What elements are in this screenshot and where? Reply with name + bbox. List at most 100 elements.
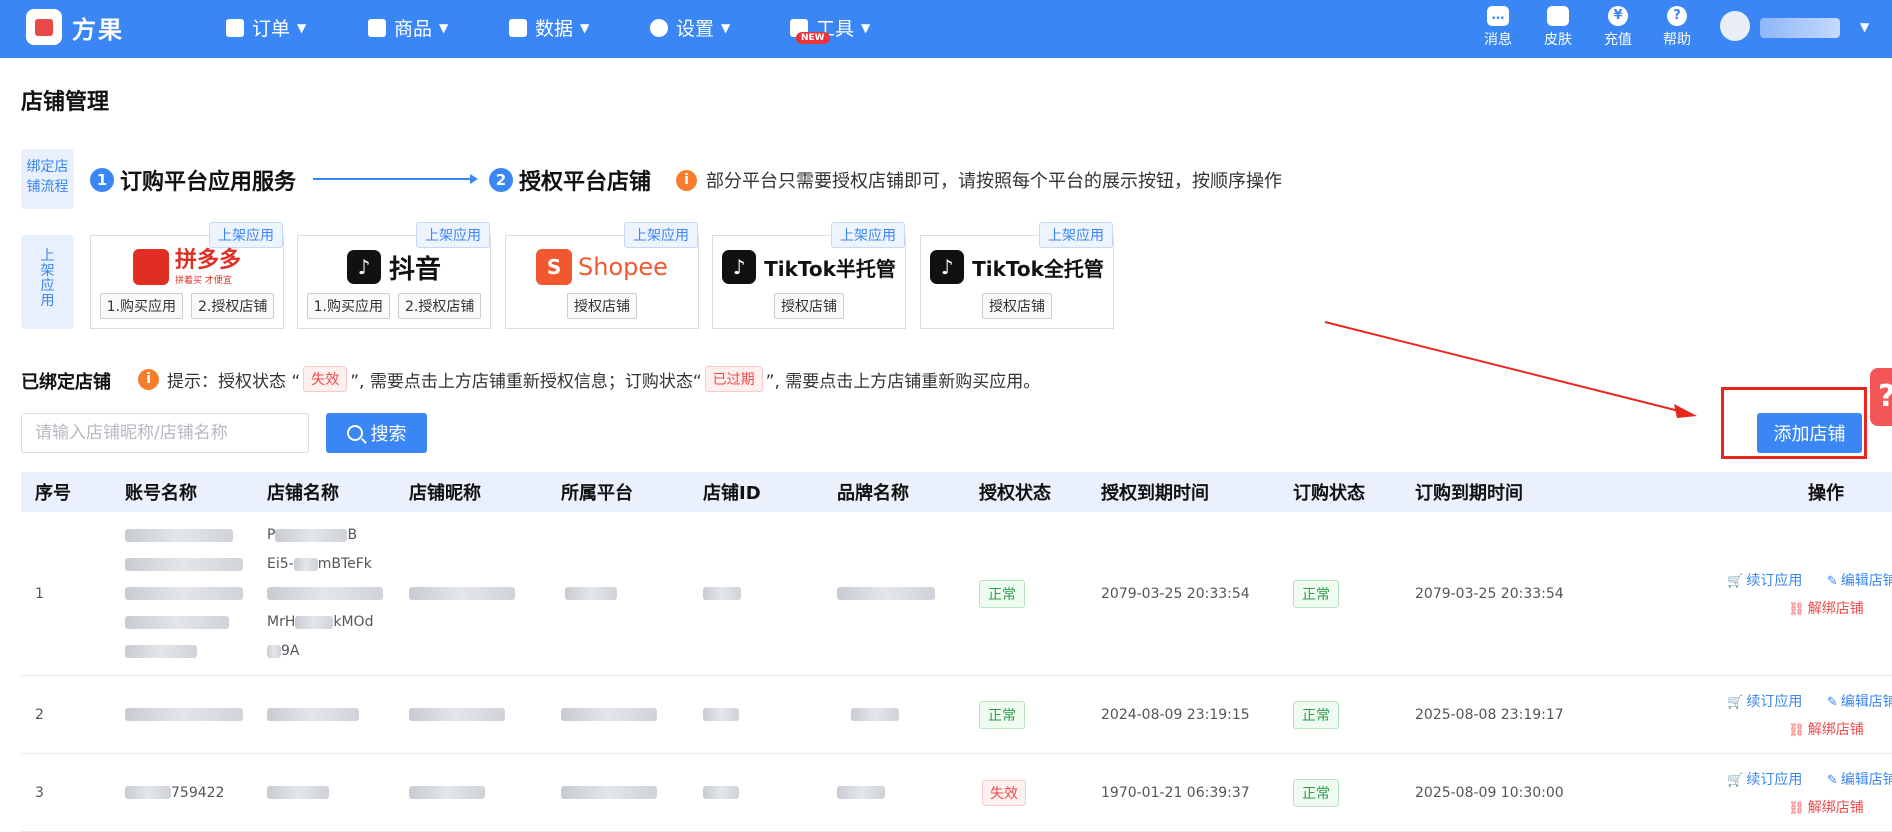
cell-brand-redacted xyxy=(823,707,965,723)
header-help-label: 帮助 xyxy=(1663,32,1691,48)
platform-card-tiktok-full: 上架应用 ♪ TikTok全托管 授权店铺 xyxy=(920,222,1114,329)
unbind-label: 解绑店铺 xyxy=(1807,799,1864,816)
buy-app-button[interactable]: 1.购买应用 xyxy=(99,293,183,319)
renew-label: 续订应用 xyxy=(1746,693,1803,710)
header-skin[interactable]: 皮肤 xyxy=(1533,6,1583,49)
tiktok-note-icon: ♪ xyxy=(722,250,757,284)
cell-order-status: 正常 xyxy=(1279,700,1401,729)
info-icon: i xyxy=(138,368,159,390)
platform-name: 抖音 xyxy=(388,254,441,285)
tiktok-semi-logo: ♪ TikTok半托管 xyxy=(713,246,905,288)
header-recharge[interactable]: ¥ 充值 xyxy=(1593,6,1643,49)
step-label: 订购平台应用服务 xyxy=(120,170,297,195)
flow-tag: 绑定店铺流程 xyxy=(21,149,74,209)
card-tag[interactable]: 上架应用 xyxy=(209,222,283,248)
edit-shop-link[interactable]: ✎编辑店铺信息 xyxy=(1827,694,1892,710)
edit-label: 编辑店铺信息 xyxy=(1840,693,1892,710)
unlink-icon: ⛓ xyxy=(1788,722,1805,738)
flow-step-2: 2 授权平台店铺 xyxy=(489,164,651,196)
cell-order-expire: 2025-08-08 23:19:17 xyxy=(1415,706,1564,723)
cart-icon: 🛒 xyxy=(1727,772,1744,788)
edit-shop-link[interactable]: ✎编辑店铺信息 xyxy=(1827,772,1892,788)
user-name-redacted[interactable] xyxy=(1760,18,1840,38)
authorize-shop-button[interactable]: 2.授权店铺 xyxy=(398,293,482,319)
step-number: 2 xyxy=(489,168,513,192)
unbind-shop-link[interactable]: ⛓ 解绑店铺 xyxy=(1788,598,1864,618)
cell-auth-status: 失效 xyxy=(965,779,1087,806)
cell-nickname-redacted xyxy=(395,586,547,602)
search-button[interactable]: 搜索 xyxy=(326,413,427,453)
shop-name-fragment: Ei5- xyxy=(267,556,294,572)
flow-step-1: 1 订购平台应用服务 xyxy=(90,164,296,196)
nav-settings[interactable]: 设置 ▼ xyxy=(650,14,730,41)
platform-name: 拼多多 xyxy=(174,247,241,273)
floating-help-icon[interactable]: ? xyxy=(1870,368,1892,426)
renew-label: 续订应用 xyxy=(1746,771,1803,788)
avatar[interactable] xyxy=(1720,11,1750,41)
status-badge: 正常 xyxy=(1293,579,1339,608)
chevron-down-icon: ▼ xyxy=(297,20,307,35)
table-row: 3 759422 失效 1970-01-21 06:39:37 正常 2025-… xyxy=(21,754,1892,832)
cart-icon: 🛒 xyxy=(1727,573,1744,589)
authorize-shop-button[interactable]: 授权店铺 xyxy=(774,293,844,319)
chevron-down-icon[interactable]: ▼ xyxy=(1860,20,1869,34)
flow-tip: i 部分平台只需要授权店铺即可，请按照每个平台的展示按钮，按顺序操作 xyxy=(676,167,1282,193)
cell-actions: 🛒续订应用 ✎编辑店铺信息 ⛓解绑店铺 xyxy=(1601,691,1892,739)
cell-shop-id-redacted xyxy=(689,586,823,602)
cart-icon: 🛒 xyxy=(1727,694,1744,710)
platform-slogan: 拼着买 才便宜 xyxy=(174,275,232,286)
header-recharge-label: 充值 xyxy=(1604,32,1632,48)
cell-auth-status: 正常 xyxy=(965,700,1087,729)
brand-logo-icon xyxy=(26,9,62,45)
help-icon: ? xyxy=(1667,6,1687,26)
col-header: 授权状态 xyxy=(979,483,1051,504)
card-tag[interactable]: 上架应用 xyxy=(416,222,490,248)
nav-tools[interactable]: NEW 工具 ▼ xyxy=(790,14,870,44)
col-header: 账号名称 xyxy=(125,483,197,504)
card-tag[interactable]: 上架应用 xyxy=(831,222,905,248)
search-icon xyxy=(346,425,363,441)
platform-card-douyin: 上架应用 ♪ 抖音 1.购买应用 2.授权店铺 xyxy=(297,222,491,329)
chart-icon xyxy=(509,18,527,37)
col-header: 品牌名称 xyxy=(837,483,909,504)
buy-app-button[interactable]: 1.购买应用 xyxy=(306,293,390,319)
brand[interactable]: 方果 xyxy=(26,9,124,45)
header-messages[interactable]: … 消息 xyxy=(1473,6,1523,49)
col-header: 订购到期时间 xyxy=(1415,483,1523,504)
chevron-down-icon: ▼ xyxy=(439,20,449,35)
authorize-shop-button[interactable]: 授权店铺 xyxy=(567,293,637,319)
cell-platform-redacted xyxy=(547,707,689,723)
col-header: 序号 xyxy=(35,483,71,504)
authorize-shop-button[interactable]: 2.授权店铺 xyxy=(191,293,275,319)
status-badge: 正常 xyxy=(979,579,1025,608)
card-tag[interactable]: 上架应用 xyxy=(624,222,698,248)
renew-app-link[interactable]: 🛒 续订应用 xyxy=(1727,694,1802,710)
renew-app-link[interactable]: 🛒 续订应用 xyxy=(1727,573,1802,589)
nav-data[interactable]: 数据 ▼ xyxy=(509,14,589,41)
card-tag[interactable]: 上架应用 xyxy=(1039,222,1113,248)
cell-auth-expire: 2079-03-25 20:33:54 xyxy=(1101,585,1250,602)
search-input[interactable] xyxy=(21,413,309,453)
renew-app-link[interactable]: 🛒 续订应用 xyxy=(1727,772,1802,788)
cell-brand-redacted xyxy=(823,586,965,602)
header-help[interactable]: ? 帮助 xyxy=(1652,6,1702,49)
cell-nickname-redacted xyxy=(395,707,547,723)
authorize-shop-button[interactable]: 授权店铺 xyxy=(982,293,1052,319)
step-label: 授权平台店铺 xyxy=(519,170,652,195)
nav-products-label: 商品 xyxy=(394,18,433,40)
shop-name-fragment: P xyxy=(267,527,276,543)
platform-card-shopee: 上架应用 S Shopee 授权店铺 xyxy=(505,222,699,329)
unbind-shop-link[interactable]: ⛓ 解绑店铺 xyxy=(1788,719,1864,739)
add-shop-button[interactable]: 添加店铺 xyxy=(1757,413,1862,453)
nav-orders[interactable]: 订单 ▼ xyxy=(226,14,306,41)
tiktok-full-logo: ♪ TikTok全托管 xyxy=(921,246,1113,288)
nav-products[interactable]: 商品 ▼ xyxy=(368,14,448,41)
table-header: 序号 账号名称 店铺名称 店铺昵称 所属平台 店铺ID 品牌名称 授权状态 授权… xyxy=(21,472,1892,512)
shop-name-fragment: B xyxy=(347,527,358,543)
chevron-down-icon: ▼ xyxy=(721,20,731,35)
top-navbar: 方果 订单 ▼ 商品 ▼ 数据 ▼ 设置 ▼ NEW 工具 ▼ … 消息 皮肤 … xyxy=(0,0,1892,58)
cell-index: 3 xyxy=(35,784,44,801)
yen-icon: ¥ xyxy=(1608,6,1628,26)
pinduoduo-icon xyxy=(132,249,169,285)
edit-shop-link[interactable]: ✎编辑店铺信息 xyxy=(1827,573,1892,589)
